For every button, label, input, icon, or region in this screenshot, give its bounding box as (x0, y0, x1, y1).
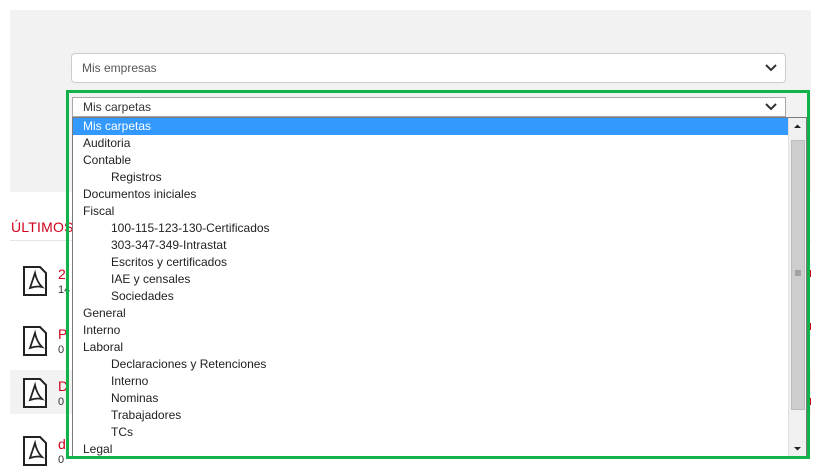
section-title: ÚLTIMOS (11, 219, 74, 235)
carpetas-select-value: Mis carpetas (83, 100, 152, 114)
document-title[interactable]: P (58, 326, 67, 342)
empresas-select[interactable]: Mis empresas (71, 53, 786, 83)
dropdown-option[interactable]: Registros (73, 169, 806, 186)
document-meta: 0 (58, 344, 65, 356)
grip-icon (795, 270, 801, 276)
empresas-select-value: Mis empresas (82, 61, 157, 75)
dropdown-option[interactable]: Interno (73, 373, 806, 390)
document-flag (808, 323, 811, 330)
carpetas-dropdown-list[interactable]: Mis carpetas Auditoria Contable Registros Do… (72, 117, 807, 458)
scroll-up-arrow-icon[interactable] (789, 118, 806, 135)
document-meta: 0 (58, 396, 65, 408)
dropdown-option[interactable]: Fiscal (73, 203, 806, 220)
document-title[interactable]: d (58, 436, 66, 452)
document-meta: 0 (58, 454, 65, 466)
dropdown-options: Mis carpetas Auditoria Contable Registros Do… (73, 118, 806, 457)
pdf-icon (23, 266, 47, 296)
dropdown-scrollbar[interactable] (788, 118, 806, 457)
dropdown-option[interactable]: Trabajadores (73, 407, 806, 424)
document-flag (808, 270, 811, 277)
dropdown-option[interactable]: Interno (73, 322, 806, 339)
dropdown-option[interactable]: General (73, 305, 806, 322)
dropdown-option[interactable]: Declaraciones y Retenciones (73, 356, 806, 373)
carpetas-select[interactable]: Mis carpetas (72, 97, 786, 117)
chevron-down-icon (765, 64, 777, 72)
dropdown-option[interactable]: Legal (73, 441, 806, 457)
pdf-icon (23, 378, 47, 408)
dropdown-option[interactable]: TCs (73, 424, 806, 441)
document-title[interactable]: D (58, 378, 68, 394)
dropdown-option[interactable]: IAE y censales (73, 271, 806, 288)
dropdown-option[interactable]: Sociedades (73, 288, 806, 305)
document-meta: 14 (58, 284, 71, 296)
dropdown-option[interactable]: Laboral (73, 339, 806, 356)
document-flag (808, 398, 811, 405)
dropdown-option[interactable]: Auditoria (73, 135, 806, 152)
dropdown-option[interactable]: Nominas (73, 390, 806, 407)
pdf-icon (23, 326, 47, 356)
scroll-thumb[interactable] (791, 140, 805, 410)
scroll-down-arrow-icon[interactable] (789, 440, 806, 457)
dropdown-option[interactable]: 100-115-123-130-Certificados (73, 220, 806, 237)
dropdown-option[interactable]: 303-347-349-Intrastat (73, 237, 806, 254)
dropdown-option[interactable]: Contable (73, 152, 806, 169)
dropdown-option[interactable]: Escritos y certificados (73, 254, 806, 271)
dropdown-option[interactable]: Mis carpetas (73, 118, 806, 135)
chevron-down-icon (765, 103, 777, 111)
document-title[interactable]: 2 (58, 266, 66, 282)
dropdown-option[interactable]: Documentos iniciales (73, 186, 806, 203)
